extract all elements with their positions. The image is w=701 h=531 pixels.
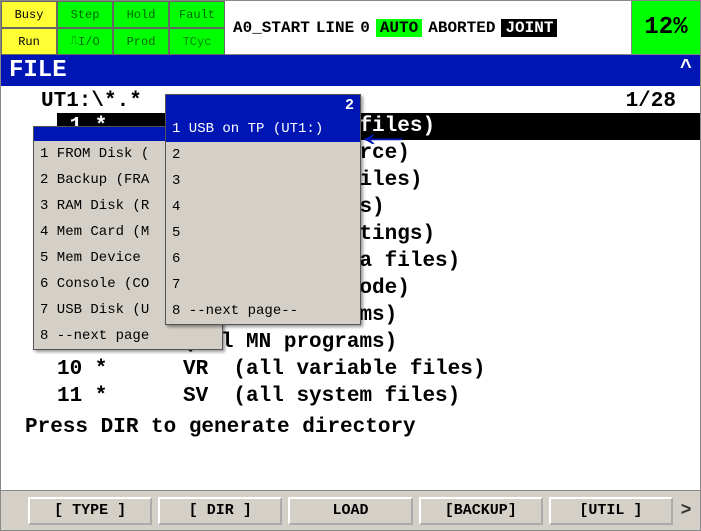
item-counter: 1/28 — [626, 90, 676, 113]
fkey-dir[interactable]: [ DIR ] — [158, 497, 282, 525]
status-line-no: 0 — [360, 19, 370, 37]
menu-item[interactable]: 5 — [166, 220, 360, 246]
fkey-type[interactable]: [ TYPE ] — [28, 497, 152, 525]
top-bar: Busy Step Hold Fault Run ⎍ I/O Prod TCyc… — [1, 1, 700, 55]
list-item[interactable]: 10 * VR (all variable files) — [57, 356, 700, 383]
fkey-backup[interactable]: [BACKUP] — [419, 497, 543, 525]
current-path: UT1:\*.* — [41, 90, 142, 113]
menu-page-number: 2 — [166, 95, 360, 116]
state-prod: Prod — [113, 28, 169, 55]
menu-item-next[interactable]: 8 --next page-- — [166, 298, 360, 324]
hint-text: Press DIR to generate directory — [1, 414, 700, 441]
menu-item-selected[interactable]: 1 USB on TP (UT1:) — [166, 116, 360, 142]
state-grid: Busy Step Hold Fault Run ⎍ I/O Prod TCyc — [1, 1, 225, 54]
main-area: UT1:\*.* 1/28 1 * (all files) 2 * KL (al… — [1, 86, 700, 482]
fkey-load[interactable]: LOAD — [288, 497, 412, 525]
function-key-bar: [ TYPE ] [ DIR ] LOAD [BACKUP] [UTIL ] > — [1, 490, 700, 530]
state-hold: Hold — [113, 1, 169, 28]
chevron-up-icon[interactable]: ^ — [680, 57, 692, 84]
menu-item[interactable]: 7 — [166, 272, 360, 298]
device-menu-page2: 2 1 USB on TP (UT1:) 2 3 4 5 6 7 8 --nex… — [165, 94, 361, 325]
list-item[interactable]: 11 * SV (all system files) — [57, 383, 700, 410]
state-busy: Busy — [1, 1, 57, 28]
state-tcyc: TCyc — [169, 28, 225, 55]
io-label: I/O — [78, 35, 100, 49]
title-bar: FILE ^ — [1, 55, 700, 86]
page-title: FILE — [9, 57, 67, 84]
io-icon: ⎍ — [70, 37, 78, 47]
status-auto: AUTO — [376, 19, 422, 37]
state-step: Step — [57, 1, 113, 28]
status-state: ABORTED — [428, 19, 495, 37]
status-joint: JOINT — [501, 19, 557, 37]
menu-item[interactable]: 3 — [166, 168, 360, 194]
fkey-next-icon[interactable]: > — [676, 501, 696, 521]
menu-item[interactable]: 2 — [166, 142, 360, 168]
status-line-label: LINE — [316, 19, 354, 37]
state-fault: Fault — [169, 1, 225, 28]
speed-percent: 12% — [632, 1, 700, 54]
state-run: Run — [1, 28, 57, 55]
status-strip: A0_START LINE 0 AUTO ABORTED JOINT — [225, 1, 632, 54]
menu-item[interactable]: 4 — [166, 194, 360, 220]
menu-item-next[interactable]: 8 --next page — [34, 323, 222, 349]
status-prog: A0_START — [233, 19, 310, 37]
fkey-util[interactable]: [UTIL ] — [549, 497, 673, 525]
menu-item[interactable]: 6 — [166, 246, 360, 272]
state-io: ⎍ I/O — [57, 28, 113, 55]
